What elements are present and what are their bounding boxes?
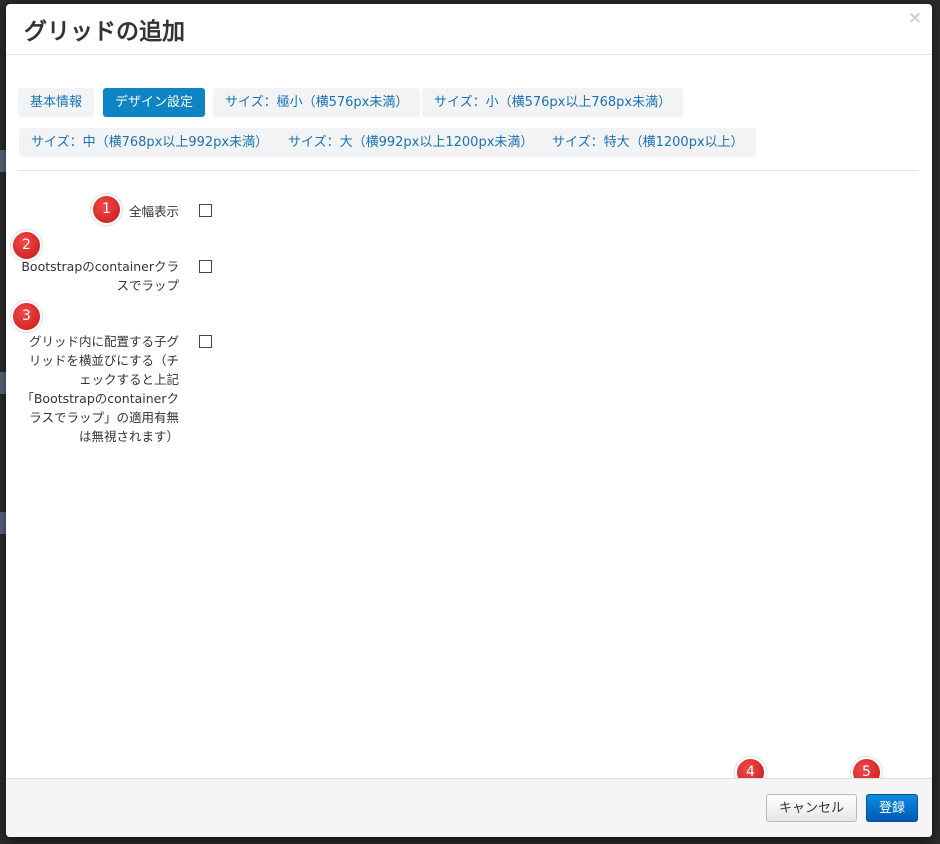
horizontal-children-label: グリッド内に配置する子グリッドを横並びにする（チェックすると上記「Bootstr… bbox=[21, 334, 179, 444]
divider bbox=[18, 170, 918, 171]
dialog-footer: キャンセル 登録 bbox=[6, 778, 932, 837]
annotation-marker-2: 2 bbox=[11, 230, 42, 261]
tab-size-sm[interactable]: サイズ：小（横576px以上768px未満） bbox=[422, 88, 684, 117]
annotation-marker-1: 1 bbox=[91, 194, 122, 225]
horizontal-children-checkbox[interactable] bbox=[199, 335, 212, 348]
tab-size-md[interactable]: サイズ：中（横768px以上992px未満） bbox=[19, 128, 281, 157]
dialog-header: グリッドの追加 × bbox=[6, 4, 932, 55]
add-grid-dialog: グリッドの追加 × 基本情報 デザイン設定 サイズ：極小（横576px未満） サ… bbox=[6, 4, 932, 837]
tab-size-xl[interactable]: サイズ：特大（横1200px以上） bbox=[540, 128, 756, 157]
tab-design-settings[interactable]: デザイン設定 bbox=[103, 88, 206, 117]
close-icon[interactable]: × bbox=[908, 8, 922, 28]
tab-size-lg[interactable]: サイズ：大（横992px以上1200px未満） bbox=[276, 128, 546, 157]
dialog-title: グリッドの追加 bbox=[24, 19, 185, 45]
register-button[interactable]: 登録 bbox=[866, 794, 918, 822]
tab-basic-info[interactable]: 基本情報 bbox=[18, 88, 95, 117]
cancel-button[interactable]: キャンセル bbox=[766, 794, 857, 822]
annotation-marker-3: 3 bbox=[11, 301, 42, 332]
full-width-checkbox[interactable] bbox=[199, 204, 212, 217]
tab-size-xs[interactable]: サイズ：極小（横576px未満） bbox=[213, 88, 421, 117]
container-wrap-checkbox[interactable] bbox=[199, 260, 212, 273]
container-wrap-label: Bootstrapのcontainerクラスでラップ bbox=[21, 259, 179, 293]
